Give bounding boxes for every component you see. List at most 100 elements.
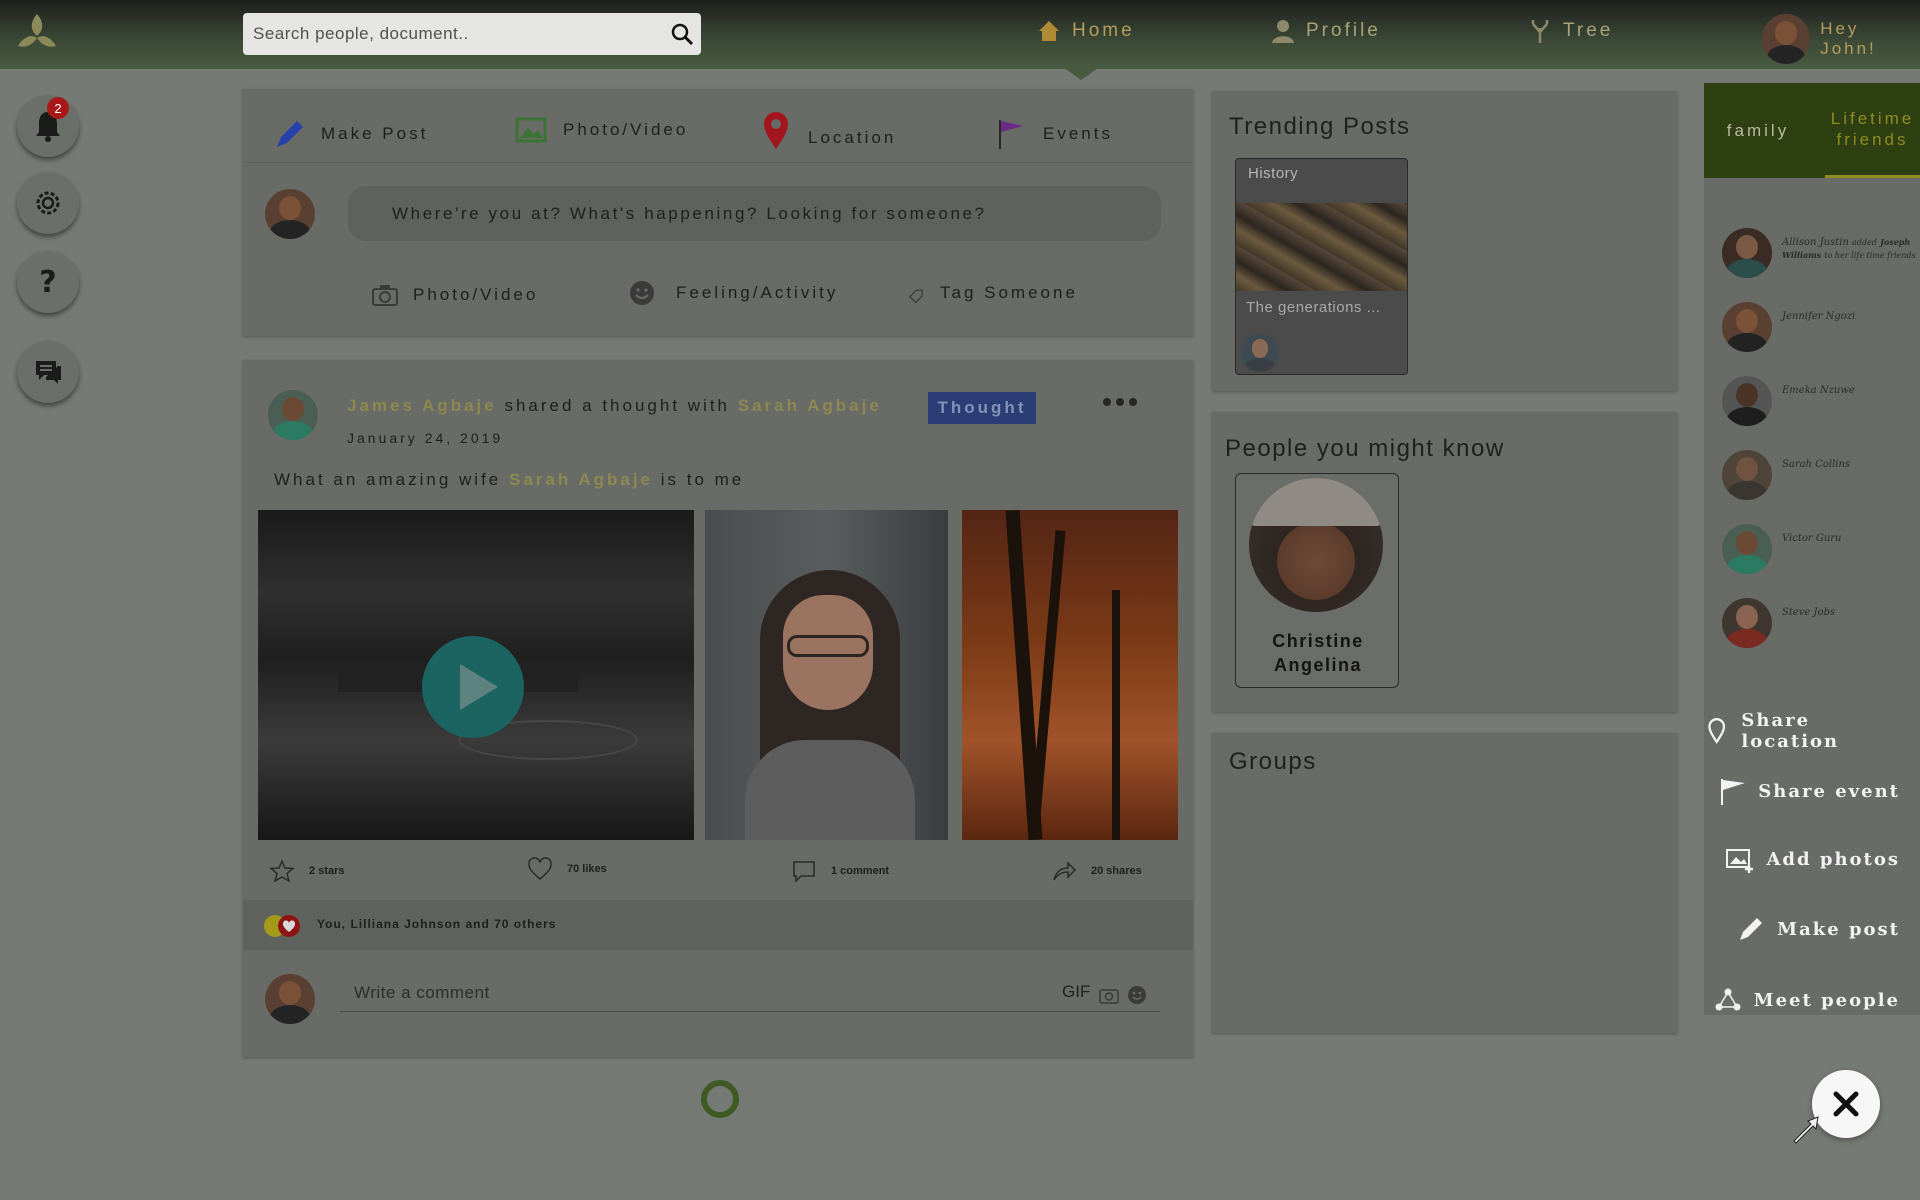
friend-item[interactable]: Victor Guru — [1722, 524, 1920, 576]
comment-button[interactable]: 1 comment — [791, 859, 889, 883]
friend-avatar — [1722, 524, 1772, 574]
flag-icon — [999, 120, 1023, 149]
svg-text:?: ? — [39, 265, 56, 300]
friend-item[interactable]: Sarah Collins — [1722, 450, 1920, 502]
post-date: January 24, 2019 — [347, 430, 504, 446]
post-stats-bar: 2 stars 70 likes 1 comment 20 shares — [243, 847, 1193, 893]
make-post-button[interactable]: Make post — [1737, 915, 1900, 943]
star-button[interactable]: 2 stars — [269, 859, 344, 883]
person-photo — [1249, 478, 1383, 612]
comments-count: 1 comment — [831, 865, 890, 877]
post-card: James Agbaje shared a thought with Sarah… — [243, 360, 1193, 1057]
post-recipient-link[interactable]: Sarah Agbaje — [738, 396, 882, 415]
chat-icon — [36, 361, 61, 384]
help-icon: ? — [39, 265, 56, 300]
post-type-badge: Thought — [928, 392, 1036, 424]
friend-item[interactable]: Emeka Nzuwe — [1722, 376, 1920, 428]
friends-tabs: family Lifetime friends — [1704, 83, 1920, 178]
post-header: James Agbaje shared a thought with Sarah… — [347, 396, 882, 416]
user-menu[interactable]: Hey John! — [1762, 14, 1920, 64]
person-suggestion[interactable]: Christine Angelina — [1235, 473, 1399, 688]
tab-location-label: Location — [808, 128, 897, 147]
trending-category: History — [1248, 165, 1299, 182]
gif-button[interactable]: GIF — [1062, 982, 1090, 1002]
post-photo-woman[interactable] — [705, 510, 948, 840]
feeling-activity-button[interactable]: Feeling/Activity — [628, 279, 838, 307]
help-button[interactable]: ? — [17, 251, 79, 313]
close-icon — [1833, 1091, 1859, 1117]
camera-icon[interactable] — [1098, 984, 1120, 1006]
emoji-icon[interactable] — [1126, 984, 1148, 1006]
share-button[interactable]: 20 shares — [1051, 859, 1142, 883]
nav-tree[interactable]: Tree — [1527, 18, 1613, 44]
status-input[interactable]: Where're you at? What's happening? Looki… — [348, 186, 1161, 241]
friend-avatar — [1722, 302, 1772, 352]
post-author-link[interactable]: James Agbaje — [347, 396, 497, 415]
meet-people-label: Meet people — [1753, 989, 1900, 1011]
tab-make-post-label: Make Post — [321, 124, 429, 143]
groups-title: Groups — [1229, 748, 1317, 775]
settings-button[interactable] — [17, 172, 79, 234]
share-event-button[interactable]: Share event — [1718, 777, 1900, 805]
comment-input[interactable] — [354, 978, 1014, 1008]
share-location-label: Share location — [1741, 710, 1840, 752]
post-video[interactable] — [258, 510, 694, 840]
tree-trunk-shape — [1028, 530, 1066, 840]
loading-spinner-icon — [701, 1080, 739, 1118]
share-location-button[interactable]: Share location — [1704, 710, 1900, 752]
tab-lifetime-friends[interactable]: Lifetime friends — [1825, 83, 1920, 178]
friend-item[interactable]: Steve Jobs — [1722, 598, 1920, 650]
trending-post-item[interactable]: History The generations ... — [1235, 158, 1408, 375]
likers-text: You, Lilliana Johnson and 70 others — [317, 917, 557, 931]
heart-icon — [528, 857, 552, 880]
post-mention-link[interactable]: Sarah Agbaje — [509, 470, 653, 489]
likes-count: 70 likes — [567, 863, 607, 875]
add-photos-button[interactable]: Add photos — [1726, 845, 1900, 873]
search-icon[interactable] — [669, 21, 695, 47]
tab-photo-video-label: Photo/Video — [563, 120, 689, 139]
tag-someone-label: Tag Someone — [940, 283, 1078, 302]
meet-people-button[interactable]: Meet people — [1714, 986, 1900, 1014]
tree-logo-icon[interactable] — [14, 10, 60, 56]
add-photo-video-button[interactable]: Photo/Video — [371, 281, 538, 309]
tag-someone-button[interactable]: Tag Someone — [908, 281, 1078, 305]
shares-count: 20 shares — [1091, 865, 1142, 877]
pymk-title: People you might know — [1225, 435, 1505, 462]
gear-icon — [36, 191, 60, 215]
person-name: Christine Angelina — [1236, 629, 1400, 677]
tab-make-post[interactable]: Make Post — [273, 117, 428, 151]
nav-tree-label: Tree — [1563, 20, 1614, 41]
greeting-text: Hey John! — [1820, 19, 1877, 58]
search-input[interactable] — [253, 13, 653, 55]
trending-title: Trending Posts — [1229, 113, 1411, 140]
tab-events-label: Events — [1043, 124, 1113, 143]
tab-events[interactable]: Events — [995, 117, 1113, 151]
profile-icon — [1272, 20, 1294, 43]
messages-button[interactable] — [17, 341, 79, 403]
play-icon[interactable] — [422, 636, 524, 738]
location-pin-icon — [1708, 718, 1726, 744]
groups-card: Groups — [1212, 733, 1677, 1033]
tab-location[interactable]: Location — [760, 111, 896, 151]
post-options-button[interactable] — [1103, 398, 1137, 406]
image-icon — [515, 117, 547, 143]
like-button[interactable]: 70 likes — [527, 857, 607, 881]
tab-photo-video[interactable]: Photo/Video — [515, 113, 688, 147]
activity-verb: added — [1852, 238, 1877, 247]
post-author-avatar[interactable] — [268, 390, 318, 440]
nav-home[interactable]: Home — [1036, 18, 1135, 44]
post-photo-autumn[interactable] — [962, 510, 1178, 840]
friend-item[interactable]: Allison Justin added Joseph Williams to … — [1722, 228, 1920, 280]
commenter-avatar — [265, 974, 315, 1024]
glasses-shape — [787, 635, 869, 657]
tag-icon — [909, 289, 923, 304]
reactions-summary[interactable]: You, Lilliana Johnson and 70 others — [243, 900, 1193, 950]
notifications-button[interactable]: 2 — [17, 95, 79, 157]
tab-family[interactable]: family — [1704, 83, 1812, 178]
friend-item[interactable]: Jennifer Ngozi — [1722, 302, 1920, 354]
share-icon — [1053, 861, 1077, 881]
person-first-name: Christine — [1272, 631, 1364, 651]
close-menu-button[interactable] — [1812, 1070, 1880, 1138]
person-last-name: Angelina — [1273, 655, 1362, 675]
nav-profile[interactable]: Profile — [1270, 18, 1381, 44]
